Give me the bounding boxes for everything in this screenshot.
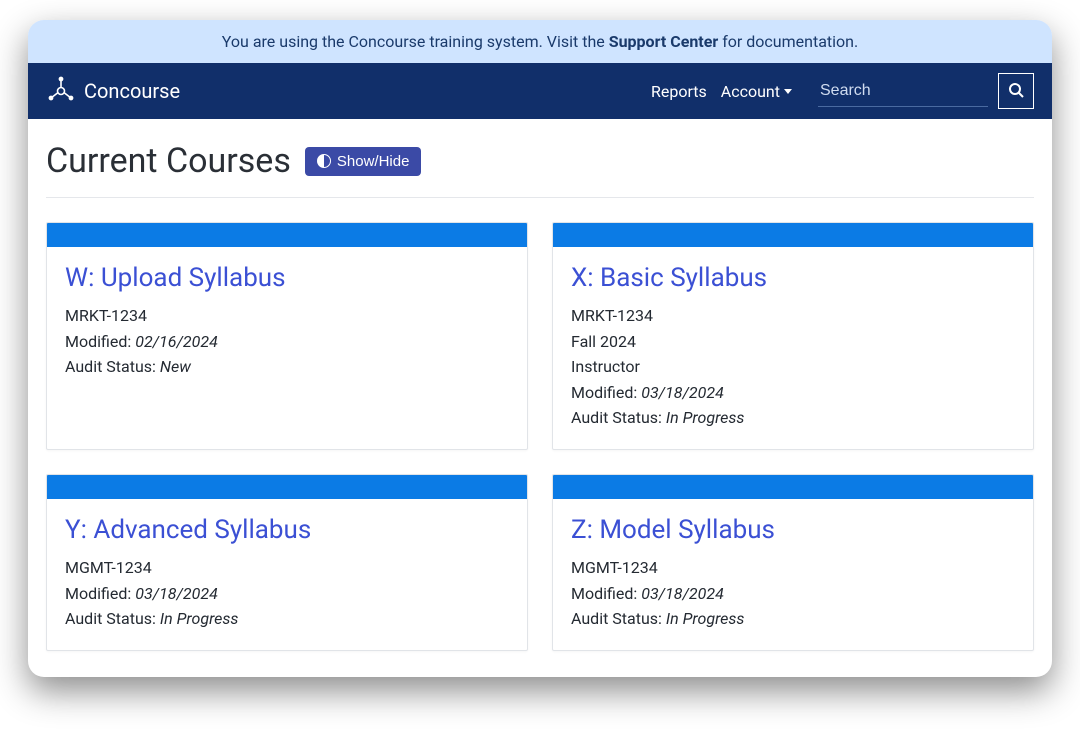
course-title-link[interactable]: Y: Advanced Syllabus — [65, 515, 509, 545]
support-center-link[interactable]: Support Center — [609, 32, 718, 51]
card-body: X: Basic Syllabus MRKT-1234Fall 2024Instr… — [553, 247, 1033, 449]
course-grid: W: Upload SyllabusMRKT-1234Modified: 02/… — [46, 222, 1034, 651]
content: Current Courses Show/Hide W: Upload Syll… — [28, 119, 1052, 677]
course-code: MRKT-1234 — [65, 303, 509, 329]
brand[interactable]: Concourse — [46, 76, 180, 106]
course-audit-status: Audit Status: In Progress — [65, 606, 509, 632]
card-top-bar — [553, 475, 1033, 499]
card-body: W: Upload Syllabus MRKT-1234Modified: 02/… — [47, 247, 527, 398]
course-modified-value: 03/18/2024 — [641, 584, 724, 603]
navbar: Concourse Reports Account — [28, 63, 1052, 119]
course-audit-value: New — [160, 357, 191, 376]
course-title-link[interactable]: X: Basic Syllabus — [571, 263, 1015, 293]
course-modified-value: 02/16/2024 — [135, 332, 218, 351]
course-card: Y: Advanced Syllabus MGMT-1234Modified: 0… — [46, 474, 528, 651]
search-button[interactable] — [998, 73, 1034, 109]
card-top-bar — [47, 223, 527, 247]
course-audit-status: Audit Status: In Progress — [571, 606, 1015, 632]
course-card: Z: Model Syllabus MGMT-1234Modified: 03/1… — [552, 474, 1034, 651]
concourse-logo-icon — [46, 76, 76, 106]
course-card: W: Upload Syllabus MRKT-1234Modified: 02/… — [46, 222, 528, 450]
heading-row: Current Courses Show/Hide — [46, 141, 1034, 198]
course-modified-value: 03/18/2024 — [641, 383, 724, 402]
course-audit-value: In Progress — [160, 609, 239, 628]
course-modified: Modified: 03/18/2024 — [65, 581, 509, 607]
banner-prefix: You are using the Concourse training sys… — [222, 32, 609, 51]
app-window: You are using the Concourse training sys… — [28, 20, 1052, 677]
card-top-bar — [47, 475, 527, 499]
contrast-icon — [317, 154, 331, 168]
caret-down-icon — [784, 89, 792, 94]
card-body: Y: Advanced Syllabus MGMT-1234Modified: 0… — [47, 499, 527, 650]
course-code: MGMT-1234 — [65, 555, 509, 581]
course-code: MGMT-1234 — [571, 555, 1015, 581]
search-icon — [1008, 82, 1024, 101]
course-audit-value: In Progress — [666, 609, 745, 628]
course-audit-status: Audit Status: In Progress — [571, 405, 1015, 431]
course-audit-value: In Progress — [666, 408, 745, 427]
course-code: MRKT-1234 — [571, 303, 1015, 329]
card-top-bar — [553, 223, 1033, 247]
course-card: X: Basic Syllabus MRKT-1234Fall 2024Instr… — [552, 222, 1034, 450]
course-modified: Modified: 02/16/2024 — [65, 329, 509, 355]
nav-account-label: Account — [721, 82, 780, 101]
banner-suffix: for documentation. — [718, 32, 858, 51]
search-input[interactable] — [818, 76, 988, 107]
course-audit-status: Audit Status: New — [65, 354, 509, 380]
course-modified: Modified: 03/18/2024 — [571, 380, 1015, 406]
nav-reports-label: Reports — [651, 82, 707, 101]
nav-reports[interactable]: Reports — [651, 82, 707, 101]
course-modified-value: 03/18/2024 — [135, 584, 218, 603]
search-wrap — [818, 73, 1034, 109]
course-title-link[interactable]: W: Upload Syllabus — [65, 263, 509, 293]
course-title-link[interactable]: Z: Model Syllabus — [571, 515, 1015, 545]
course-term: Fall 2024 — [571, 329, 1015, 355]
training-banner: You are using the Concourse training sys… — [28, 20, 1052, 63]
nav-right: Reports Account — [651, 73, 1034, 109]
card-body: Z: Model Syllabus MGMT-1234Modified: 03/1… — [553, 499, 1033, 650]
show-hide-button[interactable]: Show/Hide — [305, 147, 422, 176]
page-title: Current Courses — [46, 141, 291, 181]
brand-text: Concourse — [84, 79, 180, 103]
course-role: Instructor — [571, 354, 1015, 380]
nav-account[interactable]: Account — [721, 82, 792, 101]
show-hide-label: Show/Hide — [337, 153, 410, 170]
course-modified: Modified: 03/18/2024 — [571, 581, 1015, 607]
